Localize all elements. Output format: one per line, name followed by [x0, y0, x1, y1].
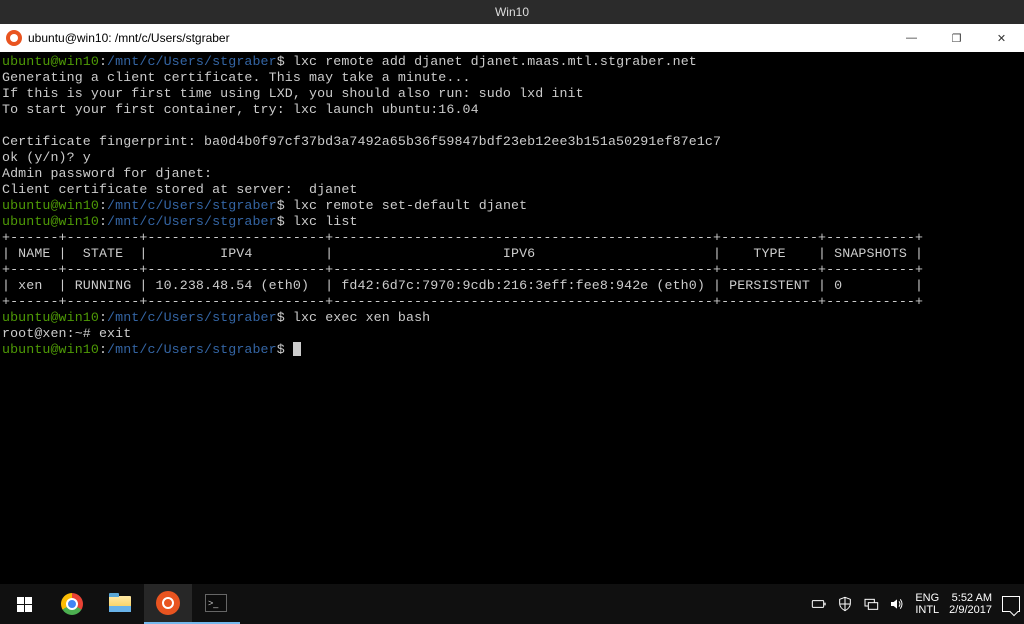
- cmd-remote-add: lxc remote add djanet djanet.maas.mtl.st…: [285, 54, 697, 69]
- window-title: ubuntu@win10: /mnt/c/Users/stgraber: [28, 31, 889, 45]
- window-titlebar[interactable]: ubuntu@win10: /mnt/c/Users/stgraber — ❐ …: [0, 24, 1024, 52]
- prompt-path: /mnt/c/Users/stgraber: [107, 198, 277, 213]
- prompt-sep-colon: :: [99, 54, 107, 69]
- prompt-path: /mnt/c/Users/stgraber: [107, 342, 277, 357]
- taskbar-ubuntu[interactable]: [144, 584, 192, 624]
- table-border: +------+---------+----------------------…: [2, 262, 923, 277]
- system-tray: ENG INTL 5:52 AM 2/9/2017: [811, 592, 1024, 616]
- output-line: ok (y/n)? y: [2, 150, 91, 165]
- output-line: Admin password for djanet:: [2, 166, 212, 181]
- taskbar-chrome[interactable]: [48, 584, 96, 624]
- windows-logo-icon: [17, 597, 32, 612]
- prompt-path: /mnt/c/Users/stgraber: [107, 310, 277, 325]
- ubuntu-icon: [6, 30, 22, 46]
- output-line: Client certificate stored at server: dja…: [2, 182, 358, 197]
- prompt-sep-dollar: $: [277, 54, 285, 69]
- table-row: | xen | RUNNING | 10.238.48.54 (eth0) | …: [2, 278, 923, 293]
- minimize-button[interactable]: —: [889, 24, 934, 52]
- prompt-user: ubuntu@win10: [2, 198, 99, 213]
- prompt-path: /mnt/c/Users/stgraber: [107, 214, 277, 229]
- cmd-list: lxc list: [285, 214, 358, 229]
- terminal-icon: >_: [205, 594, 227, 612]
- output-line: Generating a client certificate. This ma…: [2, 70, 471, 85]
- clock[interactable]: 5:52 AM 2/9/2017: [949, 592, 992, 616]
- output-line: Certificate fingerprint: ba0d4b0f97cf37b…: [2, 134, 721, 149]
- vm-titlebar: Win10: [0, 0, 1024, 24]
- language-indicator[interactable]: ENG INTL: [915, 592, 939, 616]
- prompt-path: /mnt/c/Users/stgraber: [107, 54, 277, 69]
- terminal-output[interactable]: ubuntu@win10:/mnt/c/Users/stgraber$ lxc …: [0, 52, 1024, 584]
- taskbar-cmd[interactable]: >_: [192, 584, 240, 624]
- network-icon[interactable]: [863, 596, 879, 612]
- battery-icon[interactable]: [811, 596, 827, 612]
- vm-title: Win10: [495, 5, 529, 19]
- table-border: +------+---------+----------------------…: [2, 230, 923, 245]
- taskbar-explorer[interactable]: [96, 584, 144, 624]
- file-explorer-icon: [109, 596, 131, 612]
- table-border: +------+---------+----------------------…: [2, 294, 923, 309]
- ubuntu-icon: [156, 591, 180, 615]
- window-controls: — ❐ ✕: [889, 24, 1024, 52]
- chrome-icon: [61, 593, 83, 615]
- cmd-exit: exit: [91, 326, 131, 341]
- output-line: To start your first container, try: lxc …: [2, 102, 479, 117]
- taskbar[interactable]: >_ ENG INTL 5:52 AM 2/9/2017: [0, 584, 1024, 624]
- root-prompt: root@xen:~#: [2, 326, 91, 341]
- prompt-user: ubuntu@win10: [2, 54, 99, 69]
- cmd-set-default: lxc remote set-default djanet: [285, 198, 527, 213]
- table-header: | NAME | STATE | IPV4 | IPV6 | TYPE | SN…: [2, 246, 923, 261]
- security-icon[interactable]: [837, 596, 853, 612]
- start-button[interactable]: [0, 584, 48, 624]
- prompt-user: ubuntu@win10: [2, 342, 99, 357]
- volume-icon[interactable]: [889, 596, 905, 612]
- notifications-icon[interactable]: [1002, 596, 1020, 612]
- close-button[interactable]: ✕: [979, 24, 1024, 52]
- prompt-user: ubuntu@win10: [2, 214, 99, 229]
- prompt-user: ubuntu@win10: [2, 310, 99, 325]
- maximize-button[interactable]: ❐: [934, 24, 979, 52]
- cursor: [293, 342, 301, 356]
- output-line: If this is your first time using LXD, yo…: [2, 86, 584, 101]
- cmd-exec: lxc exec xen bash: [285, 310, 430, 325]
